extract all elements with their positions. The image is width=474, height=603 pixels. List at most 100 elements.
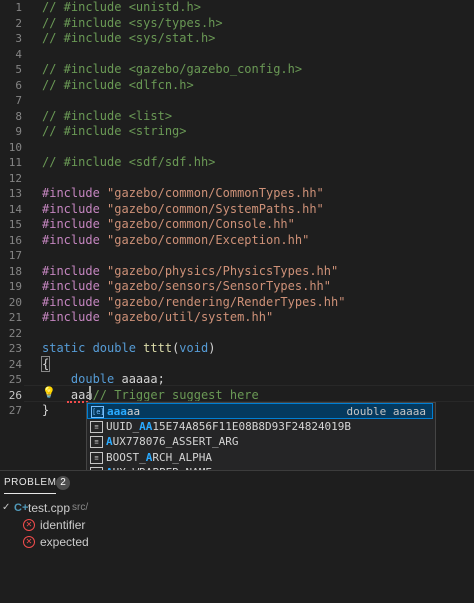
line-number: 4 xyxy=(15,47,22,61)
code-token: // #include <sdf/sdf.hh> xyxy=(42,155,216,169)
code-token: "gazebo/common/CommonTypes.hh" xyxy=(107,186,324,200)
code-token: static xyxy=(42,341,93,355)
line-number: 11 xyxy=(8,156,22,169)
line-number: 19 xyxy=(8,280,22,293)
suggest-item[interactable]: ≡ UUID_AA15E74A856F11E08B8D93F24824019B xyxy=(87,419,433,435)
code-token: #include xyxy=(42,310,108,324)
label-rest: UX778076_ASSERT_ARG xyxy=(112,435,239,448)
line-number: 6 xyxy=(15,78,22,92)
code-token: "gazebo/physics/PhysicsTypes.hh" xyxy=(107,263,339,278)
code-token: ) xyxy=(208,341,216,355)
line-number: 9 xyxy=(15,125,22,138)
line-number: 20 xyxy=(8,295,22,309)
line-number: 13 xyxy=(8,187,22,200)
line-number: 7 xyxy=(15,94,22,107)
suggest-item[interactable]: ≡ BOOST_ARCH_ALPHA xyxy=(87,450,433,466)
label-match: AA xyxy=(139,419,153,433)
label-rest: aa xyxy=(126,405,141,418)
code-token: aaaaa; xyxy=(121,372,165,386)
code-token: "gazebo/rendering/RenderTypes.hh" xyxy=(107,294,346,309)
line-code: #include "gazebo/common/CommonTypes.hh" xyxy=(42,186,324,201)
tab-problems[interactable]: PROBLEMS xyxy=(4,477,64,488)
code-token: // #include <list> xyxy=(42,108,173,123)
constant-icon: ≡ xyxy=(90,451,103,464)
code-token: // #include <sys/types.h> xyxy=(42,15,223,30)
line-number: 23 xyxy=(8,342,22,355)
label-rest: RCH_ALPHA xyxy=(152,450,212,464)
label-match: A xyxy=(106,435,113,448)
error-icon: ✕ xyxy=(23,519,35,531)
cpp-file-icon: C+ xyxy=(14,502,29,514)
label-prefix: UUID_ xyxy=(106,419,140,433)
line-number: 26 xyxy=(8,388,22,402)
code-token: // #include <gazebo/gazebo_config.h> xyxy=(42,62,303,76)
line-number: 21 xyxy=(8,311,22,324)
constant-icon: ≡ xyxy=(90,436,103,448)
line-code: static double tttt(void) xyxy=(42,341,215,356)
line-code: // #include <string> xyxy=(42,124,187,139)
suggest-item[interactable]: [e] aaaaa double aaaaa xyxy=(87,403,433,419)
code-token: // #include <unistd.h> xyxy=(42,0,201,14)
line-number: 22 xyxy=(8,326,22,340)
line-number: 3 xyxy=(15,32,22,45)
line-code: // #include <list> xyxy=(42,109,172,124)
code-editor[interactable]: 1 // #include <unistd.h> 2 // #include <sys… xyxy=(0,0,474,418)
label-prefix: BOOST_ xyxy=(106,450,146,464)
line-number: 27 xyxy=(8,404,22,417)
label-rest: 15E74A856F11E08B8D93F24824019B xyxy=(152,419,352,433)
line-code: // #include <dlfcn.h> xyxy=(42,78,194,93)
bottom-panel: PROBLEMS 2 ✓ C+ test.cpp src/ ✕ identifi… xyxy=(0,470,474,603)
code-token: #include xyxy=(42,279,108,293)
file-path: src/ xyxy=(72,502,89,513)
code-token: #include xyxy=(42,263,108,278)
code-token: // #include <sys/stat.h> xyxy=(42,31,216,45)
problem-message: identifier xyxy=(40,518,86,532)
code-token: // #include <string> xyxy=(42,124,187,138)
suggest-item[interactable]: ≡ AUX778076_ASSERT_ARG xyxy=(87,434,433,450)
code-token: double xyxy=(92,341,144,355)
line-number: 2 xyxy=(15,16,22,30)
line-number: 14 xyxy=(8,202,22,216)
code-token: #include xyxy=(42,217,108,231)
code-token: "gazebo/common/Console.hh" xyxy=(107,217,295,231)
line-code: // #include <gazebo/gazebo_config.h> xyxy=(42,62,302,77)
line-code: #include "gazebo/common/Exception.hh" xyxy=(42,233,309,248)
error-icon: ✕ xyxy=(23,536,35,548)
chevron-down-icon[interactable]: ✓ xyxy=(2,499,10,517)
line-code: #include "gazebo/common/SystemPaths.hh" xyxy=(42,202,324,217)
line-code: // #include <sdf/sdf.hh> xyxy=(42,155,215,170)
line-code: #include "gazebo/util/system.hh" xyxy=(42,310,273,325)
text-cursor xyxy=(89,386,91,400)
code-token: #include xyxy=(42,201,108,216)
line-code: #include "gazebo/common/Console.hh" xyxy=(42,217,295,232)
line-code: } xyxy=(42,403,49,418)
code-token: tttt xyxy=(143,341,173,355)
line-number: 16 xyxy=(8,233,22,247)
lightbulb-icon[interactable]: 💡 xyxy=(42,386,56,399)
code-token: "gazebo/common/SystemPaths.hh" xyxy=(107,201,324,216)
suggest-label: AUX778076_ASSERT_ARG xyxy=(106,434,238,450)
active-tab-indicator xyxy=(4,493,56,494)
constant-icon: ≡ xyxy=(90,420,103,433)
line-code: // #include <unistd.h> xyxy=(42,0,201,15)
line-code: #include "gazebo/physics/PhysicsTypes.hh… xyxy=(42,264,338,279)
suggest-label: UUID_AA15E74A856F11E08B8D93F24824019B xyxy=(106,419,351,435)
code-token: "gazebo/sensors/SensorTypes.hh" xyxy=(107,279,331,293)
problem-message: expected xyxy=(40,535,89,549)
line-number: 17 xyxy=(8,249,22,262)
code-token: // #include <dlfcn.h> xyxy=(42,77,194,92)
line-number: 24 xyxy=(8,357,22,371)
file-name: test.cpp xyxy=(28,501,71,515)
line-code: // #include <sys/types.h> xyxy=(42,16,223,31)
line-number: 10 xyxy=(8,140,22,154)
code-token: "gazebo/util/system.hh" xyxy=(107,310,274,324)
code-token: #include xyxy=(42,294,108,309)
line-number: 8 xyxy=(15,109,22,123)
line-number: 12 xyxy=(8,171,22,185)
line-number: 18 xyxy=(8,264,22,278)
code-token: "gazebo/common/Exception.hh" xyxy=(107,232,310,247)
code-token: #include xyxy=(42,186,108,200)
code-token: double xyxy=(70,372,122,386)
problems-count-badge: 2 xyxy=(56,476,70,490)
